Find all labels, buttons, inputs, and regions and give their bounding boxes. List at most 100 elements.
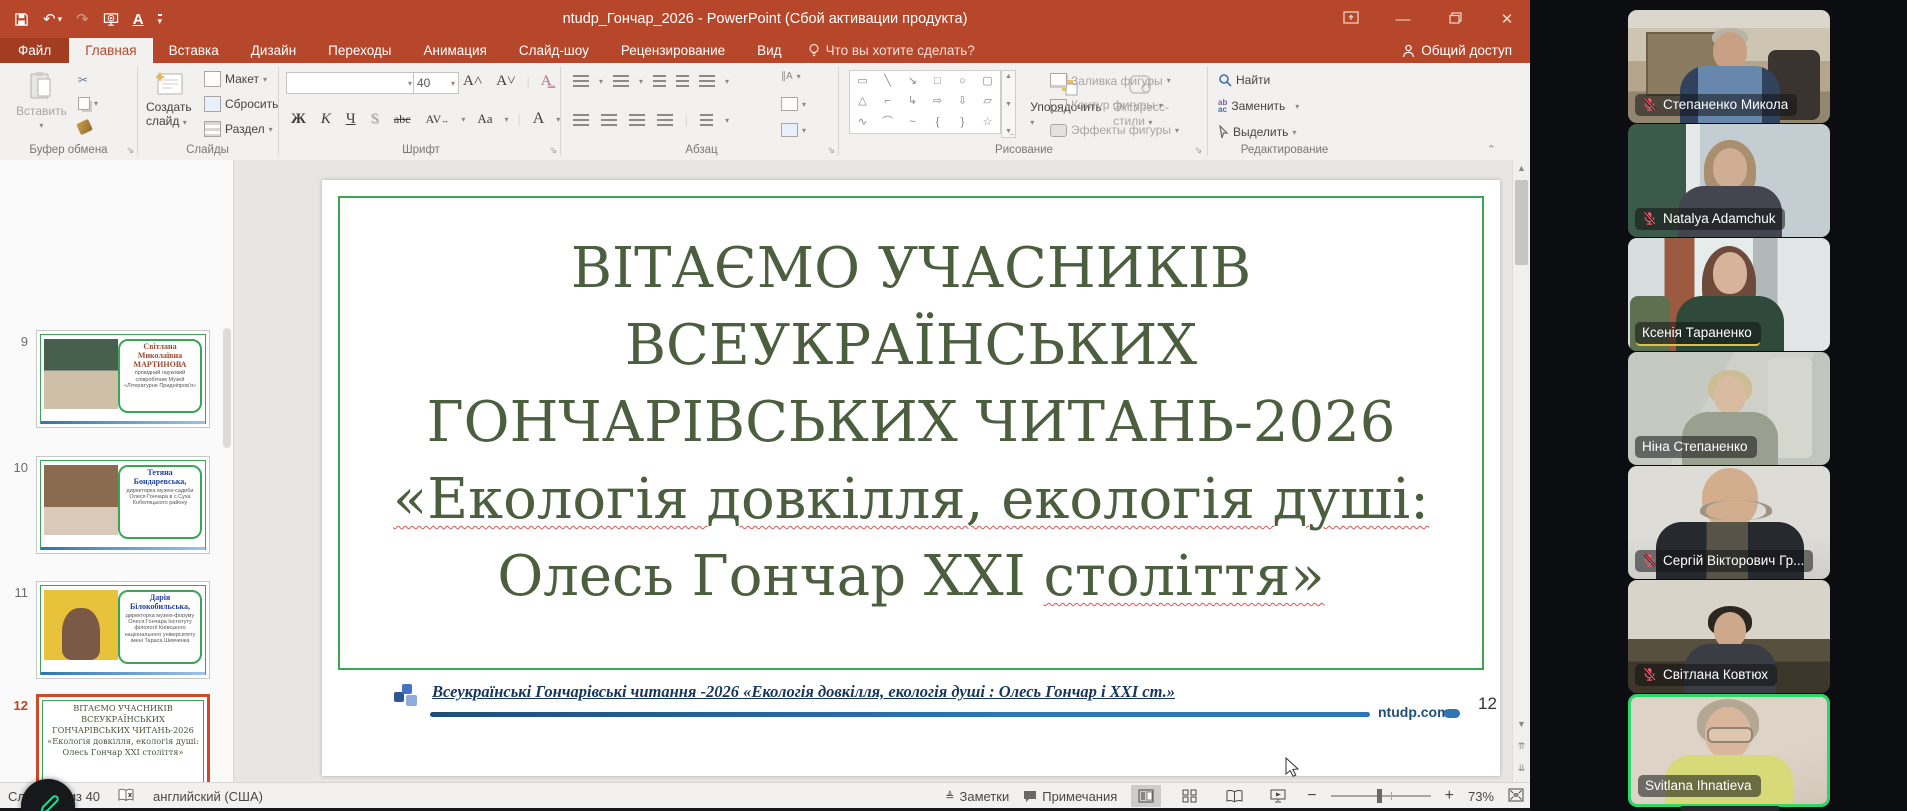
scroll-thumb[interactable]	[1515, 180, 1528, 265]
align-right-button[interactable]	[629, 114, 645, 126]
tab-transitions[interactable]: Переходы	[312, 38, 407, 63]
clipboard-dialog-launcher[interactable]: ⇘	[126, 145, 134, 156]
reset-button[interactable]: Сбросить	[204, 96, 278, 112]
zoom-percentage[interactable]: 73%	[1468, 789, 1494, 804]
participant-tile[interactable]: Світлана Ковтюх	[1628, 580, 1830, 693]
columns-button[interactable]	[700, 114, 714, 126]
text-direction-button[interactable]: ∥A ▾	[781, 71, 801, 82]
layout-button[interactable]: Макет ▾	[204, 71, 267, 87]
restore-button[interactable]	[1442, 11, 1468, 28]
spellcheck-icon[interactable]	[118, 788, 135, 805]
minimize-button[interactable]: —	[1390, 11, 1416, 28]
thumbnail-scrollbar[interactable]	[223, 328, 231, 448]
numbering-button[interactable]	[613, 75, 630, 87]
tab-review[interactable]: Рецензирование	[605, 38, 741, 63]
collapse-ribbon-button[interactable]: ⌃	[1487, 143, 1496, 156]
slide-sorter-view-button[interactable]	[1175, 785, 1205, 807]
participant-name-label: Ксенія Тараненко	[1635, 322, 1761, 344]
scroll-down-arrow[interactable]: ▼	[1513, 716, 1530, 733]
participant-tile[interactable]: Ксенія Тараненко	[1628, 238, 1830, 351]
participant-tile[interactable]: Ніна Степаненко	[1628, 352, 1830, 465]
shape-effects-button[interactable]: Эффекты фигуры ▾	[1050, 123, 1179, 137]
tab-slideshow[interactable]: Слайд-шоу	[503, 38, 605, 63]
align-text-button[interactable]: ▾	[781, 97, 806, 111]
grow-shrink-font[interactable]: A˄ A˅ | A͇	[460, 72, 555, 91]
change-case-button[interactable]: Aa	[474, 110, 495, 128]
underline-button[interactable]: Ч	[343, 110, 359, 129]
bold-button[interactable]: Ж	[288, 110, 309, 129]
participant-tile[interactable]: Сергій Вікторович Гр...	[1628, 466, 1830, 579]
font-dialog-launcher[interactable]: ⇘	[549, 145, 557, 156]
language-indicator[interactable]: английский (США)	[153, 789, 263, 804]
tab-home[interactable]: Главная	[69, 38, 153, 63]
tab-view[interactable]: Вид	[741, 38, 797, 63]
align-center-button[interactable]	[601, 114, 617, 126]
notes-button[interactable]: ≜ Заметки	[945, 789, 1009, 804]
previous-slide-button[interactable]: ⇈	[1513, 738, 1530, 755]
align-left-button[interactable]	[573, 114, 589, 126]
tab-animations[interactable]: Анимация	[408, 38, 503, 63]
paste-button[interactable]: Вставить ▾	[16, 71, 67, 130]
increase-indent-button[interactable]	[676, 75, 690, 87]
thumbnail-slide-12-selected[interactable]: ВІТАЄМО УЧАСНИКІВ ВСЕУКРАЇНСЬКИХ ГОНЧАРІВС…	[36, 694, 210, 782]
paragraph-dialog-launcher[interactable]: ⇘	[827, 145, 835, 156]
pencil-icon	[40, 795, 59, 811]
close-button[interactable]: ✕	[1494, 10, 1520, 28]
thumbnail-slide-9[interactable]: Світлана Миколаївна МАРТИНОВА провідний н…	[36, 330, 210, 428]
shape-outline-button[interactable]: Контур фигуры ▾	[1050, 98, 1163, 112]
tell-me-box[interactable]: Что вы хотите сделать?	[798, 38, 985, 63]
strikethrough-button[interactable]: abc	[391, 111, 414, 128]
thumbnail-photo	[44, 465, 118, 535]
tab-design[interactable]: Дизайн	[235, 38, 312, 63]
find-button[interactable]: Найти	[1218, 73, 1270, 87]
vertical-scrollbar[interactable]: ▲ ▼ ⇈ ⇊	[1512, 160, 1530, 782]
text-shadow-button[interactable]: S	[368, 110, 382, 129]
reading-view-button[interactable]	[1219, 785, 1249, 807]
shapes-gallery-scrollbar[interactable]: ▲ ▼ ▼̲	[1001, 70, 1016, 138]
font-color-button[interactable]: А	[530, 109, 548, 129]
new-slide-button[interactable]: Создать слайд ▾	[146, 71, 192, 128]
replace-button[interactable]: ab ac Заменить ▾	[1218, 99, 1299, 114]
shapes-gallery[interactable]: ▭ ╲ ↘ □ ○ ▢ △ ⌐ ↳ ⇨ ⇩ ▱ ∿ ⌒ ~{} ☆	[849, 70, 1001, 134]
thumbnail-slide-10[interactable]: Тетяна Бондаревська, директорка музею-сад…	[36, 456, 210, 554]
thumbnail-subtitle: провідний науковий співробітник Музей «Л…	[123, 370, 196, 390]
clear-formatting-button[interactable]: A͇	[538, 72, 555, 91]
justify-button[interactable]	[657, 114, 673, 126]
participant-tile[interactable]: Natalya Adamchuk	[1628, 124, 1830, 237]
share-button[interactable]: Общий доступ	[1402, 38, 1512, 63]
cut-button[interactable]: ✂	[78, 73, 88, 87]
participant-tile[interactable]: Степаненко Микола	[1628, 10, 1830, 123]
slideshow-view-button[interactable]	[1263, 785, 1293, 807]
normal-view-button[interactable]	[1131, 785, 1162, 807]
zoom-slider-thumb[interactable]	[1376, 789, 1382, 803]
character-spacing-button[interactable]: AV↔	[423, 111, 453, 128]
zoom-slider[interactable]	[1330, 789, 1431, 803]
zoom-out-button[interactable]: −	[1307, 787, 1316, 805]
muted-mic-icon	[1643, 97, 1657, 111]
comments-button[interactable]: Примечания	[1023, 789, 1117, 804]
font-size-combo[interactable]: 40 ▾	[413, 72, 459, 94]
section-button[interactable]: Раздел ▾	[204, 121, 273, 137]
fit-to-window-button[interactable]	[1508, 788, 1524, 805]
select-button[interactable]: Выделить ▾	[1218, 125, 1296, 139]
italic-button[interactable]: К	[318, 110, 334, 129]
next-slide-button[interactable]: ⇊	[1513, 760, 1530, 777]
line-spacing-button[interactable]	[699, 75, 716, 87]
participant-tile-active-speaker[interactable]: Svitlana Ihnatieva	[1628, 694, 1830, 807]
footer-text: Всеукраїнські Гончарівські читання -2026…	[432, 682, 1175, 701]
slide-canvas[interactable]: ВІТАЄМО УЧАСНИКІВ ВСЕУКРАЇНСЬКИХ ГОНЧАРІ…	[322, 180, 1500, 776]
thumbnail-slide-11[interactable]: Дарія Білокобильська, директорка музею-фо…	[36, 581, 210, 679]
tab-insert[interactable]: Вставка	[153, 38, 235, 63]
font-name-combo[interactable]: ▾	[286, 72, 416, 94]
bullets-button[interactable]	[573, 75, 589, 87]
tab-file[interactable]: Файл	[0, 38, 70, 63]
shape-fill-button[interactable]: Заливка фигуры ▾	[1050, 73, 1171, 88]
convert-smartart-button[interactable]: ▾	[781, 123, 806, 137]
copy-button[interactable]: ▾	[78, 97, 98, 110]
zoom-in-button[interactable]: +	[1445, 787, 1454, 805]
ribbon-display-options-button[interactable]	[1338, 10, 1364, 28]
slide-title-text[interactable]: ВІТАЄМО УЧАСНИКІВ ВСЕУКРАЇНСЬКИХ ГОНЧАРІ…	[352, 230, 1470, 615]
format-painter-button[interactable]	[76, 118, 93, 136]
scroll-up-arrow[interactable]: ▲	[1513, 160, 1530, 177]
decrease-indent-button[interactable]	[653, 75, 667, 87]
